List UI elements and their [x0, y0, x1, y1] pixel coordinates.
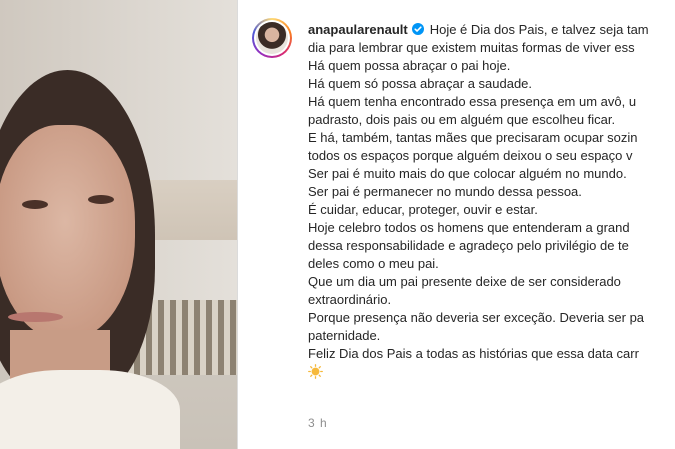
- caption-line: Hoje celebro todos os homens que entende…: [308, 220, 630, 235]
- caption-line: dessa responsabilidade e agradeço pelo p…: [308, 238, 629, 253]
- avatar[interactable]: [252, 18, 292, 58]
- caption-line: Feliz Dia dos Pais a todas as histórias …: [308, 346, 639, 361]
- caption-line: Ser pai é muito mais do que colocar algu…: [308, 166, 627, 181]
- caption-line: padrasto, dois pais ou em alguém que esc…: [308, 112, 616, 127]
- caption-line: deles como o meu pai.: [308, 256, 439, 271]
- caption-line: dia para lembrar que existem muitas form…: [308, 40, 635, 55]
- divider: [237, 0, 238, 449]
- caption: anapaularenault Hoje é Dia dos Pais, e ta…: [308, 21, 675, 381]
- caption-line: É cuidar, educar, proteger, ouvir e esta…: [308, 202, 538, 217]
- username-link[interactable]: anapaularenault: [308, 22, 408, 37]
- caption-emoji-line: [308, 363, 675, 381]
- post-photo: [0, 0, 237, 449]
- caption-line: Há quem tenha encontrado essa presença e…: [308, 94, 637, 109]
- caption-line: Ser pai é permanecer no mundo dessa pess…: [308, 184, 582, 199]
- caption-line: paternidade.: [308, 328, 381, 343]
- caption-line: E há, também, tantas mães que precisaram…: [308, 130, 638, 145]
- sun-icon: [308, 364, 323, 379]
- caption-line: extraordinário.: [308, 292, 392, 307]
- caption-line: Porque presença não deveria ser exceção.…: [308, 310, 645, 325]
- caption-line: Há quem possa abraçar o pai hoje.: [308, 58, 511, 73]
- post-timestamp[interactable]: 3 h: [308, 416, 328, 430]
- caption-line: anapaularenault Hoje é Dia dos Pais, e ta…: [308, 22, 649, 37]
- caption-line: Há quem só possa abraçar a saudade.: [308, 76, 533, 91]
- caption-line: Que um dia um pai presente deixe de ser …: [308, 274, 621, 289]
- verified-badge-icon: [411, 23, 424, 35]
- caption-line: todos os espaços porque alguém deixou o …: [308, 148, 633, 163]
